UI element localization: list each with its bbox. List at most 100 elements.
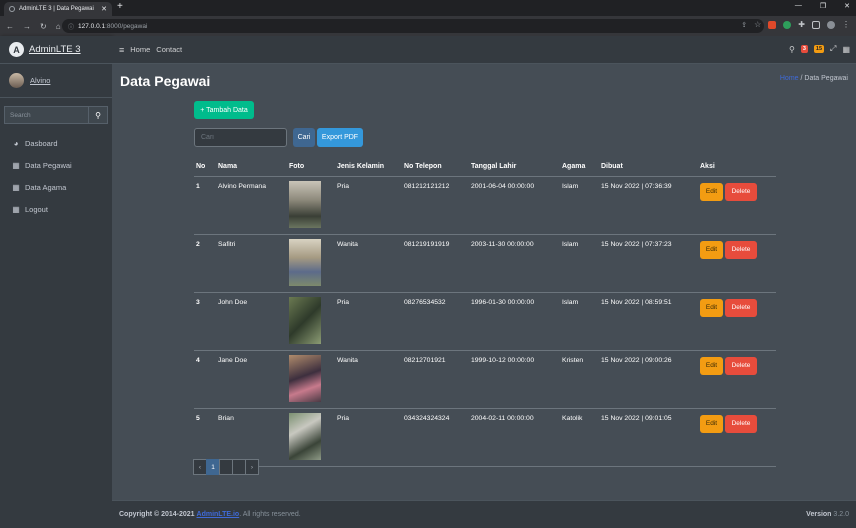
maximize-icon[interactable]: ❐ — [820, 2, 826, 10]
forward-icon[interactable]: → — [23, 22, 31, 31]
nav-link-home[interactable]: Home — [130, 45, 150, 54]
minimize-icon[interactable]: — — [795, 2, 802, 10]
sidebar-item-label: Data Pegawai — [25, 160, 72, 170]
col-dibuat: Dibuat — [599, 157, 698, 177]
window-close-icon[interactable]: ✕ — [844, 2, 850, 10]
extension-icon[interactable] — [783, 20, 792, 29]
nav-link-contact[interactable]: Contact — [156, 45, 182, 54]
cell-dibuat: 15 Nov 2022 | 08:59:51 — [599, 292, 698, 351]
cell-dibuat: 15 Nov 2022 | 07:37:23 — [599, 234, 698, 293]
employee-photo — [289, 412, 321, 460]
col-jenis-kelamin: Jenis Kelamin — [335, 157, 402, 177]
table-row: 4 Jane Doe Wanita 08212701921 1999-10-12 00:… — [194, 350, 776, 409]
edit-button[interactable]: Edit — [700, 414, 723, 433]
brand-logo: A — [9, 42, 24, 57]
cell-nama: Brian — [216, 408, 287, 467]
favicon-icon — [9, 6, 15, 12]
tab-title: AdminLTE 3 | Data Pegawai — [19, 6, 94, 12]
export-pdf-button[interactable]: Export PDF — [317, 128, 363, 147]
brave-shield-icon[interactable] — [768, 20, 777, 29]
sidebar-search-input[interactable] — [4, 106, 88, 124]
breadcrumb-home[interactable]: Home — [780, 75, 799, 82]
employee-table: No Nama Foto Jenis Kelamin No Telepon Ta… — [194, 157, 776, 467]
info-icon[interactable]: ⓘ — [68, 22, 74, 31]
sidebar-search-button[interactable]: ⚲ — [88, 106, 108, 124]
url-path: :8000/pegawai — [105, 22, 148, 30]
footer-link[interactable]: AdminLTE.io — [197, 511, 240, 518]
cell-aksi: Edit Delete — [698, 350, 776, 409]
cell-foto — [287, 176, 335, 235]
cell-nama: Jane Doe — [216, 350, 287, 409]
notifications-badge[interactable]: 15 — [813, 45, 825, 53]
reload-icon[interactable]: ↻ — [40, 22, 47, 31]
star-icon[interactable]: ☆ — [754, 20, 761, 29]
edit-button[interactable]: Edit — [700, 298, 723, 317]
browser-tab[interactable]: AdminLTE 3 | Data Pegawai ✕ — [4, 2, 112, 16]
sidebar-item-dasboard[interactable]: ◕ Dasboard — [0, 132, 112, 154]
pagination-page-1[interactable]: 1 — [206, 459, 220, 475]
pagination-next[interactable]: › — [245, 459, 259, 475]
profile-icon[interactable] — [827, 20, 835, 29]
cell-jenis-kelamin: Pria — [335, 408, 402, 467]
tachometer-icon: ◕ — [13, 138, 19, 148]
employee-photo — [289, 180, 321, 228]
edit-button[interactable]: Edit — [700, 356, 723, 375]
grid-icon: ▦ — [12, 204, 20, 214]
cell-dibuat: 15 Nov 2022 | 09:00:26 — [599, 350, 698, 409]
search-input[interactable] — [194, 128, 287, 147]
cell-nama: Alvino Permana — [216, 176, 287, 235]
delete-button[interactable]: Delete — [725, 298, 757, 317]
user-name-link[interactable]: Alvino — [30, 76, 50, 85]
share-icon[interactable]: ⇪ — [741, 21, 747, 29]
delete-button[interactable]: Delete — [725, 414, 757, 433]
col-nama: Nama — [216, 157, 287, 177]
table-row: 2 Safitri Wanita 081219191919 2003-11-30 00:… — [194, 234, 776, 293]
menu-icon[interactable]: ⋮ — [842, 20, 850, 29]
url-field[interactable]: ⓘ 127.0.0.1:8000/pegawai — [62, 19, 764, 33]
pagination-prev[interactable]: ‹ — [193, 459, 207, 475]
footer-copyright: Copyright © 2014-2021 — [119, 511, 195, 518]
add-data-button[interactable]: + Tambah Data — [194, 101, 254, 119]
messages-badge[interactable]: 3 — [800, 45, 808, 53]
edit-button[interactable]: Edit — [700, 240, 723, 259]
hamburger-icon[interactable]: ≡ — [119, 45, 124, 55]
puzzle-icon[interactable]: ✚ — [798, 20, 805, 29]
cell-no-telepon: 081219191919 — [402, 234, 469, 293]
sidebar-item-data-agama[interactable]: ▦ Data Agama — [0, 176, 112, 198]
cell-no: 1 — [194, 176, 216, 235]
cell-no: 5 — [194, 408, 216, 467]
tab-close-icon[interactable]: ✕ — [101, 5, 107, 13]
table-row: 3 John Doe Pria 08276534532 1996-01-30 00:00… — [194, 292, 776, 351]
cell-dibuat: 15 Nov 2022 | 09:01:05 — [599, 408, 698, 467]
pagination-page-2[interactable]: 2 — [219, 459, 233, 475]
pagination-page-3[interactable]: 3 — [232, 459, 246, 475]
col-foto: Foto — [287, 157, 335, 177]
delete-button[interactable]: Delete — [725, 240, 757, 259]
fullscreen-icon[interactable]: ⤢ — [830, 44, 836, 54]
top-navbar: ≡ Home Contact ⚲ 3 15 ⤢ ▦ — [112, 36, 856, 64]
col-tanggal-lahir: Tanggal Lahir — [469, 157, 560, 177]
cell-no: 2 — [194, 234, 216, 293]
new-tab-icon[interactable]: + — [117, 1, 123, 12]
cell-agama: Kristen — [560, 350, 599, 409]
delete-button[interactable]: Delete — [725, 182, 757, 201]
edit-button[interactable]: Edit — [700, 182, 723, 201]
back-icon[interactable]: ← — [6, 22, 14, 31]
brand-link[interactable]: A AdminLTE 3 — [0, 36, 112, 64]
home-icon[interactable]: ⌂ — [56, 22, 61, 31]
search-button[interactable]: Cari — [293, 128, 315, 147]
navbar-search-icon[interactable]: ⚲ — [789, 45, 795, 54]
brand-text: AdminLTE 3 — [29, 44, 81, 55]
cell-jenis-kelamin: Wanita — [335, 234, 402, 293]
cell-foto — [287, 408, 335, 467]
breadcrumb-current: Data Pegawai — [804, 75, 848, 82]
control-sidebar-icon[interactable]: ▦ — [842, 45, 850, 54]
employee-photo — [289, 354, 321, 402]
sidebar-menu: ◕ Dasboard ▦ Data Pegawai ▦ Data Agama ▦ Log… — [0, 132, 112, 220]
sidebar-item-logout[interactable]: ▦ Logout — [0, 198, 112, 220]
grid-icon: ▦ — [12, 160, 20, 170]
cell-foto — [287, 292, 335, 351]
sidepanel-icon[interactable] — [812, 20, 820, 29]
sidebar-item-data-pegawai[interactable]: ▦ Data Pegawai — [0, 154, 112, 176]
delete-button[interactable]: Delete — [725, 356, 757, 375]
